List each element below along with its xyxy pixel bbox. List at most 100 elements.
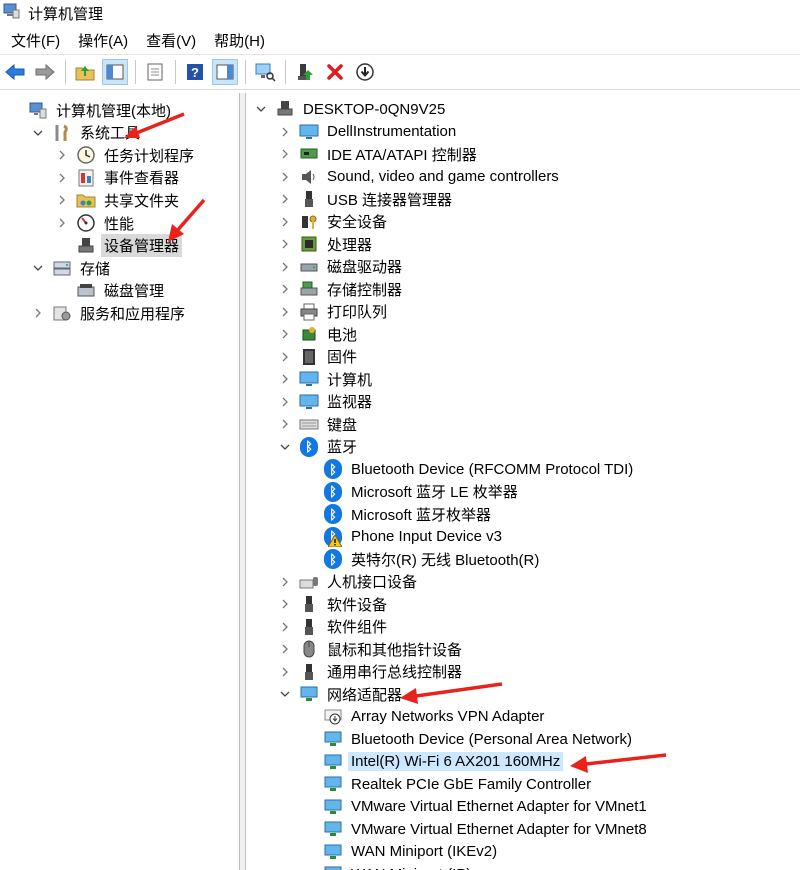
chevron-right-icon[interactable]	[279, 171, 291, 183]
chevron-right-icon[interactable]	[279, 148, 291, 160]
uninstall-device-icon[interactable]	[322, 59, 348, 85]
chevron-right-icon[interactable]	[56, 194, 68, 206]
console-tree-item[interactable]: 系统工具	[32, 122, 143, 144]
device-tree-item[interactable]: 监视器	[279, 391, 375, 413]
device-tree-item[interactable]: USB 连接器管理器	[279, 188, 455, 210]
console-tree-icon[interactable]	[102, 59, 128, 85]
chevron-right-icon[interactable]	[279, 576, 291, 588]
device-tree-item[interactable]: VMware Virtual Ethernet Adapter for VMne…	[303, 796, 650, 818]
device-tree-item[interactable]: Intel(R) Wi-Fi 6 AX201 160MHz	[303, 751, 564, 773]
device-tree-item[interactable]: 存储控制器	[279, 278, 405, 300]
device-tree-item[interactable]: VMware Virtual Ethernet Adapter for VMne…	[303, 818, 650, 840]
chevron-down-icon[interactable]	[32, 127, 44, 139]
device-tree-item[interactable]: 电池	[279, 323, 360, 345]
properties-icon[interactable]	[142, 59, 168, 85]
device-tree-item[interactable]: ᛒ Phone Input Device v3	[303, 526, 505, 548]
device-tree-item[interactable]: ᛒ Microsoft 蓝牙 LE 枚举器	[303, 481, 521, 503]
device-tree-item[interactable]: ᛒ 英特尔(R) 无线 Bluetooth(R)	[303, 548, 542, 570]
console-tree-item[interactable]: 服务和应用程序	[32, 302, 188, 324]
device-tree-item[interactable]: 固件	[279, 346, 360, 368]
show-hide-pane-icon[interactable]	[212, 59, 238, 85]
chevron-down-icon[interactable]	[279, 688, 291, 700]
device-tree-item[interactable]: ᛒ Bluetooth Device (RFCOMM Protocol TDI)	[303, 458, 636, 480]
device-tree-item[interactable]: WAN Miniport (IKEv2)	[303, 841, 500, 863]
update-driver-icon[interactable]	[292, 59, 318, 85]
console-tree-item[interactable]: 任务计划程序	[56, 144, 197, 166]
chevron-right-icon[interactable]	[279, 666, 291, 678]
tree-item-label: WAN Miniport (IKEv2)	[351, 843, 498, 860]
device-tree-item[interactable]: Sound, video and game controllers	[279, 166, 562, 188]
chevron-right-icon[interactable]	[279, 373, 291, 385]
help-icon[interactable]: ?	[182, 59, 208, 85]
chevron-right-icon[interactable]	[279, 126, 291, 138]
chevron-down-icon[interactable]	[32, 262, 44, 274]
chevron-right-icon[interactable]	[32, 307, 44, 319]
chevron-right-icon[interactable]	[279, 238, 291, 250]
chevron-right-icon[interactable]	[56, 149, 68, 161]
device-tree-item[interactable]: 网络适配器	[279, 683, 405, 705]
chevron-right-icon[interactable]	[279, 418, 291, 430]
device-tree-item[interactable]: 计算机	[279, 368, 375, 390]
pane-splitter[interactable]	[240, 93, 246, 870]
menu-file[interactable]: 文件(F)	[2, 27, 69, 54]
device-tree-item[interactable]: DellInstrumentation	[279, 121, 459, 143]
device-tree-item[interactable]: 人机接口设备	[279, 571, 420, 593]
device-tree-item[interactable]: 打印队列	[279, 301, 390, 323]
up-folder-icon[interactable]	[72, 59, 98, 85]
device-tree-item[interactable]: 处理器	[279, 233, 375, 255]
back-arrow-icon[interactable]	[2, 59, 28, 85]
chevron-right-icon[interactable]	[279, 283, 291, 295]
device-tree-item[interactable]: ᛒ Microsoft 蓝牙枚举器	[303, 503, 494, 525]
console-tree-item[interactable]: 磁盘管理	[56, 280, 167, 302]
device-tree-item[interactable]: WAN Miniport (IP)	[303, 863, 474, 870]
device-tree-item[interactable]: 磁盘驱动器	[279, 256, 405, 278]
chevron-right-icon[interactable]	[279, 598, 291, 610]
device-tree-item[interactable]: 通用串行总线控制器	[279, 661, 465, 683]
chevron-right-icon[interactable]	[279, 351, 291, 363]
device-tree-item[interactable]: 鼠标和其他指针设备	[279, 638, 465, 660]
console-tree-item[interactable]: 设备管理器	[56, 234, 183, 258]
chevron-right-icon[interactable]	[279, 396, 291, 408]
chevron-right-icon[interactable]	[279, 306, 291, 318]
chevron-right-icon[interactable]	[56, 217, 68, 229]
tree-item-label: 蓝牙	[327, 439, 358, 456]
console-tree-item[interactable]: 性能	[56, 212, 137, 234]
device-tree-item[interactable]: Array Networks VPN Adapter	[303, 706, 547, 728]
shared-folder-icon	[76, 190, 96, 210]
device-tree-pane[interactable]: DESKTOP-0QN9V25 DellInstrumentation IDE AT…	[247, 93, 800, 870]
device-tree-item[interactable]: 软件组件	[279, 616, 390, 638]
device-tree-item[interactable]: Bluetooth Device (Personal Area Network)	[303, 728, 635, 750]
tree-item-label: 英特尔(R) 无线 Bluetooth(R)	[351, 551, 540, 569]
tree-item-label: USB 连接器管理器	[327, 191, 453, 209]
disable-device-icon[interactable]	[352, 59, 378, 85]
chevron-down-icon[interactable]	[279, 441, 291, 453]
chevron-right-icon[interactable]	[56, 172, 68, 184]
menu-help[interactable]: 帮助(H)	[205, 27, 274, 54]
console-tree-item[interactable]: 存储	[32, 257, 113, 279]
device-tree-item[interactable]: IDE ATA/ATAPI 控制器	[279, 143, 480, 165]
console-tree-item[interactable]: 事件查看器	[56, 167, 182, 189]
chevron-right-icon[interactable]	[279, 643, 291, 655]
chevron-down-icon[interactable]	[255, 103, 267, 115]
chevron-right-icon[interactable]	[279, 216, 291, 228]
chevron-right-icon[interactable]	[279, 261, 291, 273]
forward-arrow-icon[interactable]	[32, 59, 58, 85]
device-tree-item[interactable]: DESKTOP-0QN9V25	[255, 98, 448, 120]
chevron-right-icon[interactable]	[279, 328, 291, 340]
scan-hardware-icon[interactable]	[252, 59, 278, 85]
console-tree-pane[interactable]: 计算机管理(本地) 系统工具 任务计划程序 事件查看器 共享文件夹 性能 设备管理器存储磁盘…	[0, 93, 240, 870]
device-tree-item[interactable]: ᛒ 蓝牙	[279, 436, 360, 458]
menu-view[interactable]: 查看(V)	[137, 27, 205, 54]
device-tree-item[interactable]: Realtek PCIe GbE Family Controller	[303, 773, 594, 795]
device-tree-item[interactable]: 软件设备	[279, 593, 390, 615]
device-tree-item[interactable]: 安全设备	[279, 211, 390, 233]
console-tree-item[interactable]: 计算机管理(本地)	[8, 99, 174, 121]
chevron-right-icon[interactable]	[279, 621, 291, 633]
device-tree-item[interactable]: 键盘	[279, 413, 360, 435]
console-tree-item[interactable]: 共享文件夹	[56, 189, 182, 211]
storage-icon	[52, 258, 72, 278]
chevron-right-icon[interactable]	[279, 193, 291, 205]
tree-item-label: 存储	[80, 260, 111, 278]
bluetooth-icon: ᛒ	[299, 436, 319, 457]
menu-action[interactable]: 操作(A)	[69, 27, 137, 54]
